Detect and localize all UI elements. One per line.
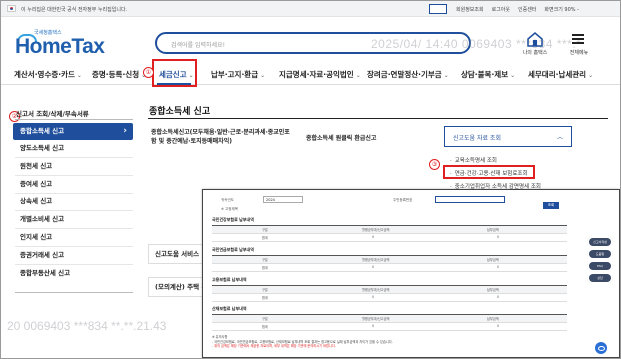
cert-center-link[interactable]: 인증센터 — [518, 6, 536, 13]
step1-badge: ① — [143, 67, 154, 78]
employment-insurance-table: 구분 월평균부과/신고금액 납부금액 합계 0 0 — [212, 285, 567, 302]
dropdown-item-education[interactable]: 교육소득명세 조회 — [450, 156, 497, 164]
side-button-consult[interactable]: 상담 — [589, 274, 611, 282]
table-header: 구분 월평균부과/신고금액 납부금액 — [212, 256, 567, 264]
screen-size-control[interactable]: 화면크기 90% - — [544, 6, 579, 13]
page-title: 종합소득세 신고 — [149, 107, 211, 117]
sidebar-item-excise[interactable]: 개별소비세 신고 — [13, 211, 133, 228]
logout-link[interactable]: 로그아웃 — [492, 6, 510, 13]
gov-notice: 이 누리집은 대한민국 공식 전자정부 누리집입니다. — [21, 7, 128, 13]
fixed-title-label: ※ 고정제목 — [221, 207, 238, 211]
sidebar-item-inheritance[interactable]: 상속세 신고 — [13, 193, 133, 210]
select-label: 신고도움 자료 조회 — [453, 135, 501, 142]
income-tax-filing-link[interactable]: 종합소득세신고(모두채움·일반·근로·분리과세·종교인포함 및 중간예납·토지등… — [151, 128, 291, 146]
all-menu-label[interactable]: 전체메뉴 — [561, 49, 597, 56]
search-placeholder: 검색어를 입력하세요! — [171, 42, 225, 49]
screen-frame: 이 누리집은 대한민국 공식 전자정부 누리집입니다. 회원정보조회 로그아웃 … — [0, 0, 621, 359]
chevron-down-icon: ⌄ — [588, 72, 594, 79]
table-row: 합계 0 0 — [212, 294, 567, 302]
one-click-refund-link[interactable]: 종합소득세 원클릭 환급신고 — [306, 134, 376, 143]
table-row: 합계 0 0 — [212, 264, 567, 272]
table-header: 구분 월평균부과/신고금액 납부금액 — [212, 286, 567, 294]
sidebar-item-securities[interactable]: 증권거래세 신고 — [13, 247, 133, 264]
notice-box: ※ 유의사항 - 국민건강보험료, 국민연금보험료, 고용보험료, 산재보험료 … — [212, 335, 602, 349]
chevron-up-icon: ︿ — [556, 134, 563, 141]
nav-item-consult[interactable]: 상담·불복·제보 ⌄ — [461, 69, 515, 80]
sidebar-divider — [15, 119, 133, 120]
pension-table: 구분 월평균부과/신고금액 납부금액 합계 0 0 — [212, 255, 567, 272]
rrn-label: 주민등록번호 — [393, 198, 413, 202]
hometax-logo[interactable]: HomeTax — [15, 35, 105, 59]
sidebar-item-property[interactable]: 종합부동산세 신고 — [13, 265, 133, 282]
side-button-faq[interactable]: FAQ — [589, 262, 611, 270]
nav-item-certificates[interactable]: 증명·등록·신청⌄ — [92, 69, 146, 80]
health-insurance-table: 구분 월평균부과/신고금액 납부금액 합계 0 0 — [212, 225, 567, 242]
sidebar-bottom-line — [15, 292, 133, 293]
section-title: 국민연금보험료 납부내역 — [212, 247, 254, 252]
notice-line-red: - 위의 금액은 해당 기관에서 제공한 자료이며, 세부 내역은 해당 기관에… — [212, 344, 336, 348]
table-row: 합계 0 0 — [212, 234, 567, 242]
nav-item-agent[interactable]: 세무대리·납세관리 ⌄ — [528, 69, 593, 80]
table-header: 구분 월평균부과/신고금액 납부금액 — [212, 315, 567, 323]
side-button-help[interactable]: 도움말 — [589, 250, 611, 258]
inquiry-button[interactable]: 조회 — [543, 202, 559, 209]
section-title: 고용보험료 납부내역 — [212, 277, 247, 282]
highlight-box-step3 — [443, 165, 535, 179]
year-label: 귀속년도 — [221, 198, 234, 202]
chevron-down-icon: ⌄ — [443, 72, 449, 79]
sidebar-item-stamp[interactable]: 인지세 신고 — [13, 229, 133, 246]
help-data-select[interactable]: 신고도움 자료 조회 ︿ — [444, 126, 572, 147]
side-button-write[interactable]: 신고서작성 — [589, 238, 611, 246]
highlight-box-step1 — [152, 59, 197, 87]
chatbot-eye-icon[interactable] — [595, 342, 607, 354]
sidebar-item-gift-tax[interactable]: 증여세 신고 — [13, 176, 133, 193]
member-info-link[interactable]: 회원정보조회 — [456, 6, 484, 13]
sidebar-item-transfer-tax[interactable]: 양도소득세 신고 — [13, 140, 133, 157]
title-divider — [148, 118, 608, 119]
industrial-accident-table: 구분 월평균부과/신고금액 납부금액 합계 0 0 — [212, 314, 567, 331]
table-header: 구분 월평균부과/신고금액 납부금액 — [212, 226, 567, 234]
table-row: 합계 0 0 — [212, 323, 567, 331]
top-links: 회원정보조회 로그아웃 인증센터 화면크기 90% - — [456, 6, 579, 13]
step3-badge: ③ — [429, 159, 440, 170]
nav-item-incentives[interactable]: 장려금·연말정산·기부금 ⌄ — [367, 69, 449, 80]
insurance-inquiry-popup: 귀속년도 2024 주민등록번호 ※ 고정제목 조회 국민건강보험료 납부내역 … — [202, 189, 620, 358]
my-home-icon[interactable] — [525, 31, 545, 47]
top-utility-bar: 이 누리집은 대한민국 공식 전자정부 누리집입니다. 회원정보조회 로그아웃 … — [1, 1, 620, 17]
chevron-down-icon: ⌄ — [355, 72, 361, 79]
my-home-label[interactable]: 나의 홈택스 — [513, 49, 557, 56]
sidebar-item-withholding[interactable]: 원천세 신고 — [13, 158, 133, 175]
main-nav: 계산서·영수증·카드⌄ 증명·등록·신청⌄ 세금신고⌄ 납부·고지·환급⌄ 지급… — [1, 63, 620, 85]
watermark: 20 0069403 ***834 **.**.21.43 — [7, 319, 167, 333]
section-title: 산재보험료 납부내역 — [212, 306, 247, 311]
sidebar-item-income-tax[interactable]: 종합소득세 신고 — [13, 123, 133, 140]
korea-flag-icon — [7, 5, 16, 12]
sidebar-heading[interactable]: 신고서 조회/삭제/부속서류 — [16, 108, 89, 118]
chevron-down-icon: ⌄ — [76, 72, 82, 79]
chevron-down-icon: ⌄ — [260, 72, 266, 79]
nav-item-receipts[interactable]: 계산서·영수증·카드 ⌄ — [14, 69, 82, 80]
chevron-down-icon: ⌄ — [510, 72, 516, 79]
top-search-box[interactable] — [429, 4, 447, 14]
nav-item-payment[interactable]: 납부·고지·환급 ⌄ — [211, 69, 265, 80]
hamburger-menu-icon[interactable] — [568, 31, 588, 47]
nav-item-statements[interactable]: 지급명세·자료·공익법인 ⌄ — [279, 69, 361, 80]
year-select[interactable]: 2024 — [263, 196, 303, 203]
rrn-input[interactable] — [435, 196, 505, 203]
section-title: 국민건강보험료 납부내역 — [212, 217, 254, 222]
